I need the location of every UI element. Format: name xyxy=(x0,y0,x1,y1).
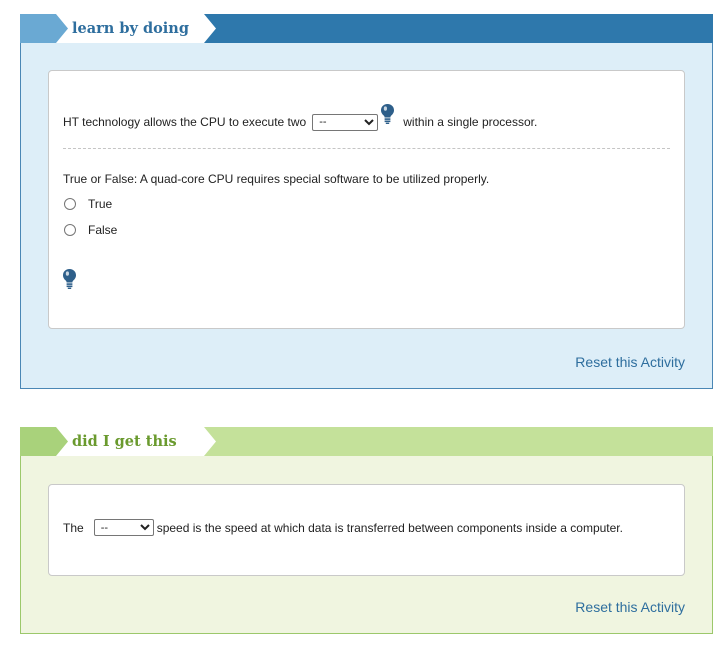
question-1-text-after: within a single processor. xyxy=(403,115,538,129)
lightbulb-icon[interactable] xyxy=(62,268,77,290)
question-1: HT technology allows the CPU to execute … xyxy=(63,104,538,133)
learn-by-doing-title: learn by doing xyxy=(72,20,189,37)
radio-true[interactable] xyxy=(64,198,76,210)
quiz-question: The -- speed is the speed at which data … xyxy=(63,519,623,536)
quiz-question-dropdown[interactable]: -- xyxy=(93,519,154,536)
radio-false[interactable] xyxy=(64,224,76,236)
did-i-get-this-panel: did I get this The -- speed is the speed… xyxy=(20,427,713,634)
learn-by-doing-panel: learn by doing HT technology allows the … xyxy=(20,14,713,389)
learn-by-doing-header: learn by doing xyxy=(20,14,713,43)
reset-activity-link[interactable]: Reset this Activity xyxy=(575,354,685,370)
reset-activity-link[interactable]: Reset this Activity xyxy=(575,599,685,615)
question-2-prompt: True or False: A quad-core CPU requires … xyxy=(63,172,490,186)
radio-true-label: True xyxy=(88,197,113,211)
lightbulb-icon[interactable] xyxy=(380,103,395,125)
radio-option-true[interactable]: True xyxy=(63,197,112,211)
did-i-get-this-header: did I get this xyxy=(20,427,713,456)
did-i-get-this-card: The -- speed is the speed at which data … xyxy=(48,484,685,576)
did-i-get-this-title: did I get this xyxy=(72,433,177,450)
learn-by-doing-card: HT technology allows the CPU to execute … xyxy=(48,70,685,329)
question-1-text-before: HT technology allows the CPU to execute … xyxy=(63,115,307,129)
quiz-question-text-before: The xyxy=(63,520,84,535)
question-divider xyxy=(63,148,670,149)
radio-false-label: False xyxy=(88,223,118,237)
quiz-question-text-after: speed is the speed at which data is tran… xyxy=(156,520,623,535)
question-1-dropdown[interactable]: -- xyxy=(312,113,379,131)
radio-option-false[interactable]: False xyxy=(63,223,117,237)
